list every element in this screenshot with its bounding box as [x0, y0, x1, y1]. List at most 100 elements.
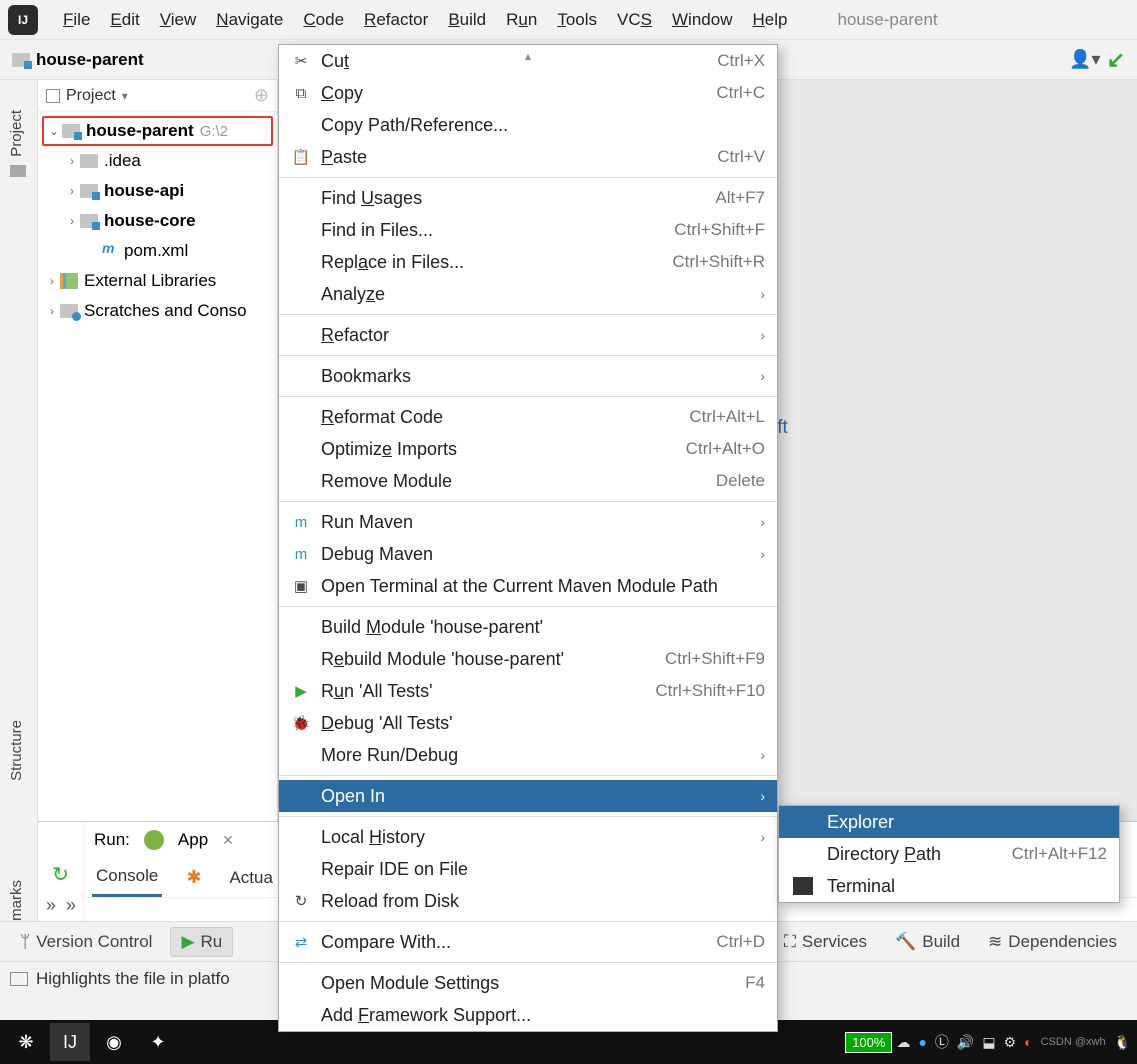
more-tabs-chevrons[interactable]: » »	[46, 895, 76, 916]
status-toolwindow-icon[interactable]	[10, 972, 28, 986]
context-menu-item[interactable]: 🐞Debug 'All Tests'	[279, 707, 777, 739]
menu-item-label: Reload from Disk	[321, 891, 459, 912]
tool-build[interactable]: 🔨Build	[885, 928, 970, 956]
context-menu-item[interactable]: Remove ModuleDelete	[279, 465, 777, 497]
system-tray[interactable]: ☁ ● Ⓛ 🔊 ⬓ ⚙ ◐ CSDN @xwh 🐧	[896, 1032, 1131, 1052]
context-menu-item[interactable]: ⇄Compare With...Ctrl+D	[279, 926, 777, 958]
collapse-arrow-icon[interactable]: ›	[44, 304, 60, 318]
context-menu-item[interactable]: ⧉CopyCtrl+C	[279, 77, 777, 109]
context-menu-item[interactable]: Replace in Files...Ctrl+Shift+R	[279, 246, 777, 278]
context-menu-item[interactable]: Add Framework Support...	[279, 999, 777, 1031]
locate-icon[interactable]: ⊕	[254, 85, 269, 106]
toolwindow-tab-project[interactable]: Project	[8, 110, 25, 157]
breadcrumb-root[interactable]: house-parent	[36, 50, 144, 70]
context-menu-item[interactable]: mRun Maven›	[279, 506, 777, 538]
context-menu-item[interactable]: ↻Reload from Disk	[279, 885, 777, 917]
context-menu-item[interactable]: ✂CutCtrl+X	[279, 45, 777, 77]
tool-run[interactable]: ▶Ru	[170, 927, 233, 957]
menu-item-label: Replace in Files...	[321, 252, 464, 273]
tray-icon[interactable]: ☁	[896, 1034, 910, 1051]
project-view-icon	[46, 89, 60, 103]
context-menu-item[interactable]: Reformat CodeCtrl+Alt+L	[279, 401, 777, 433]
context-menu-item[interactable]: Build Module 'house-parent'	[279, 611, 777, 643]
menu-view[interactable]: View	[150, 6, 207, 34]
menu-run[interactable]: Run	[496, 6, 547, 34]
taskbar-intellij-icon[interactable]: IJ	[50, 1023, 90, 1061]
menu-window[interactable]: Window	[662, 6, 742, 34]
update-project-icon[interactable]: ↙	[1107, 47, 1125, 73]
context-menu-item[interactable]: Refactor›	[279, 319, 777, 351]
menu-file[interactable]: File	[53, 6, 100, 34]
tree-node-house-api[interactable]: › house-api	[38, 176, 277, 206]
expand-arrow-icon[interactable]: ⌄	[46, 124, 62, 138]
layers-icon: ≋	[988, 932, 1002, 952]
context-menu-item[interactable]: Analyze›	[279, 278, 777, 310]
context-menu-item[interactable]: Copy Path/Reference...	[279, 109, 777, 141]
run-config-name[interactable]: App	[178, 830, 208, 850]
tree-node-scratches[interactable]: › Scratches and Conso	[38, 296, 277, 326]
context-menu-item[interactable]: More Run/Debug›	[279, 739, 777, 771]
collapse-arrow-icon[interactable]: ›	[64, 184, 80, 198]
battery-indicator[interactable]: 100%	[845, 1032, 892, 1053]
folder-icon	[10, 165, 26, 177]
context-menu-item[interactable]: Find UsagesAlt+F7	[279, 182, 777, 214]
menu-navigate[interactable]: Navigate	[206, 6, 293, 34]
chevron-down-icon[interactable]: ▾	[122, 89, 128, 103]
collapse-arrow-icon[interactable]: ›	[64, 214, 80, 228]
tab-actuator[interactable]: Actua	[225, 860, 276, 896]
user-dropdown-icon[interactable]: 👤▾	[1069, 49, 1100, 70]
tray-icon[interactable]: ⬓	[982, 1034, 995, 1051]
tray-icon[interactable]: ⚙	[1004, 1034, 1017, 1051]
context-menu-item[interactable]: Repair IDE on File	[279, 853, 777, 885]
menu-divider	[279, 501, 777, 502]
menu-code[interactable]: Code	[293, 6, 354, 34]
context-menu-item[interactable]: Open Module SettingsF4	[279, 967, 777, 999]
context-menu-item[interactable]: Optimize ImportsCtrl+Alt+O	[279, 433, 777, 465]
tray-icon[interactable]: Ⓛ	[935, 1032, 949, 1052]
collapse-arrow-icon[interactable]: ›	[64, 154, 80, 168]
menu-edit[interactable]: Edit	[100, 6, 149, 34]
context-menu-item[interactable]: 📋PasteCtrl+V	[279, 141, 777, 173]
tray-icon[interactable]: 🐧	[1114, 1034, 1131, 1051]
menu-tools[interactable]: Tools	[547, 6, 607, 34]
rerun-icon[interactable]: ↻	[52, 862, 69, 887]
close-tab-icon[interactable]: ✕	[222, 832, 234, 849]
tool-version-control[interactable]: ᛘVersion Control	[10, 928, 162, 956]
menu-vcs[interactable]: VCS	[607, 6, 662, 34]
tool-dependencies[interactable]: ≋Dependencies	[978, 928, 1127, 956]
context-menu-item[interactable]: Local History›	[279, 821, 777, 853]
menu-shortcut: Ctrl+X	[717, 51, 765, 71]
menu-help[interactable]: Help	[742, 6, 797, 34]
tool-services[interactable]: ⛶Services	[774, 928, 877, 956]
submenu-item[interactable]: Terminal	[779, 870, 1119, 902]
context-menu-item[interactable]: Find in Files...Ctrl+Shift+F	[279, 214, 777, 246]
submenu-item[interactable]: Directory PathCtrl+Alt+F12	[779, 838, 1119, 870]
tree-node-external-libs[interactable]: › External Libraries	[38, 266, 277, 296]
toolwindow-tab-structure[interactable]: Structure	[8, 720, 25, 781]
tree-node-house-core[interactable]: › house-core	[38, 206, 277, 236]
menu-item-label: Debug Maven	[321, 544, 433, 565]
taskbar-media-icon[interactable]: ◉	[94, 1023, 134, 1061]
volume-icon[interactable]: 🔊	[957, 1034, 974, 1051]
context-menu-item[interactable]: mDebug Maven›	[279, 538, 777, 570]
submenu-item[interactable]: Explorer	[779, 806, 1119, 838]
tree-node-pom[interactable]: pom.xml	[38, 236, 277, 266]
context-menu-item[interactable]: ▣Open Terminal at the Current Maven Modu…	[279, 570, 777, 602]
taskbar-app-icon[interactable]: ✦	[138, 1023, 178, 1061]
tray-icon[interactable]: ●	[918, 1034, 926, 1050]
tray-icon[interactable]: ◐	[1024, 1034, 1032, 1050]
context-menu-item[interactable]: ▶Run 'All Tests'Ctrl+Shift+F10	[279, 675, 777, 707]
context-menu-item[interactable]: Bookmarks›	[279, 360, 777, 392]
project-panel-header[interactable]: Project ▾ ⊕	[38, 80, 277, 112]
menu-shortcut: Ctrl+Alt+O	[686, 439, 765, 459]
context-menu-item[interactable]: Open In›	[279, 780, 777, 812]
tab-console[interactable]: Console	[92, 858, 162, 897]
context-menu-item[interactable]: Rebuild Module 'house-parent'Ctrl+Shift+…	[279, 643, 777, 675]
taskbar-app-icon[interactable]: ❋	[6, 1023, 46, 1061]
collapse-arrow-icon[interactable]: ›	[44, 274, 60, 288]
submenu-item-label: Terminal	[827, 876, 895, 897]
tree-node-root[interactable]: ⌄ house-parent G:\2	[42, 116, 273, 146]
tree-node-idea[interactable]: › .idea	[38, 146, 277, 176]
menu-refactor[interactable]: Refactor	[354, 6, 438, 34]
menu-build[interactable]: Build	[438, 6, 496, 34]
